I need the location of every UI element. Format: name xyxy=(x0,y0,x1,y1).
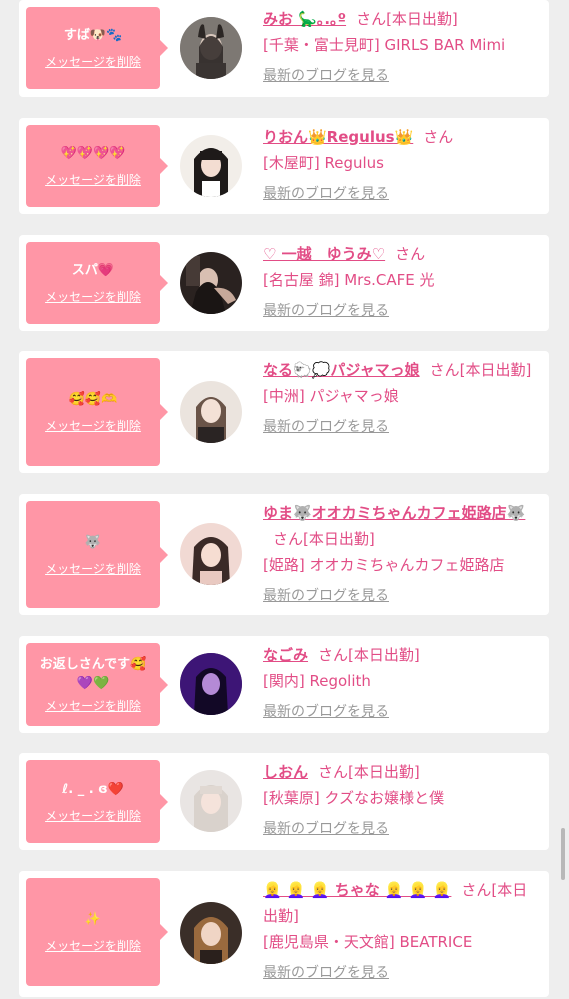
girl-name-link[interactable]: なる🐑💭パジャマっ娘 xyxy=(263,361,420,379)
message-bubble: ✨ メッセージを削除 xyxy=(26,878,168,986)
latest-blog-link[interactable]: 最新のブログを見る xyxy=(263,301,389,321)
honorific-label: さん xyxy=(318,763,349,781)
shop-info: [中洲] パジャマっ娘 xyxy=(263,387,399,405)
honorific-label: さん xyxy=(429,361,460,379)
avatar[interactable] xyxy=(180,135,242,197)
message-text: すば🐶🐾 xyxy=(63,28,123,43)
message-card: 🐺 メッセージを削除 ゆま🐺オオカミちゃんカフェ姫路店🐺 さん[本日出勤] [姫路… xyxy=(19,494,549,615)
shop-info: [関内] Regolith xyxy=(263,672,371,690)
shop-info: [秋葉原] クズなお嬢様と僕 xyxy=(263,789,445,807)
message-card: ℓ. _ . ɞ❤️ メッセージを削除 しおん さん[本日出勤] [秋葉原] クズ… xyxy=(19,753,549,850)
delete-message-link[interactable]: メッセージを削除 xyxy=(45,417,141,434)
avatar[interactable] xyxy=(180,252,242,314)
message-card: すば🐶🐾 メッセージを削除 みお 🦕｡.｡º さん[本日出勤] [千葉・富士見町]… xyxy=(19,0,549,97)
delete-message-link[interactable]: メッセージを削除 xyxy=(45,937,141,954)
latest-blog-link[interactable]: 最新のブログを見る xyxy=(263,66,389,86)
attendance-status: [本日出勤] xyxy=(386,10,458,28)
message-list: すば🐶🐾 メッセージを削除 みお 🦕｡.｡º さん[本日出勤] [千葉・富士見町]… xyxy=(0,0,569,999)
delete-message-link[interactable]: メッセージを削除 xyxy=(45,53,141,70)
avatar[interactable] xyxy=(180,523,242,585)
delete-message-link[interactable]: メッセージを削除 xyxy=(45,807,141,824)
avatar[interactable] xyxy=(180,902,242,964)
avatar[interactable] xyxy=(180,770,242,832)
latest-blog-link[interactable]: 最新のブログを見る xyxy=(263,184,389,204)
delete-message-link[interactable]: メッセージを削除 xyxy=(45,697,141,714)
message-bubble: すば🐶🐾 メッセージを削除 xyxy=(26,7,168,89)
shop-info: [名古屋 錦] Mrs.CAFE 光 xyxy=(263,271,435,289)
shop-info: [木屋町] Regulus xyxy=(263,154,384,172)
honorific-label: さん xyxy=(273,530,304,548)
shop-info: [鹿児島県・天文館] BEATRICE xyxy=(263,933,473,951)
delete-message-link[interactable]: メッセージを削除 xyxy=(45,171,141,188)
girl-name-link[interactable]: しおん xyxy=(263,763,308,781)
attendance-status: [本日出勤] xyxy=(348,763,420,781)
girl-name-link[interactable]: ゆま🐺オオカミちゃんカフェ姫路店🐺 xyxy=(263,504,525,522)
girl-name-link[interactable]: りおん👑Regulus👑 xyxy=(263,128,413,146)
message-card: 💖💖💖💖 メッセージを削除 りおん👑Regulus👑 さん [木屋町] Regul… xyxy=(19,118,549,214)
message-text: 🥰🥰🫶 xyxy=(68,392,118,407)
message-bubble: 🥰🥰🫶 メッセージを削除 xyxy=(26,358,168,466)
message-card: スパ💗 メッセージを削除 ♡ 一越 ゆうみ♡ さん [名古屋 錦] Mrs.CAF… xyxy=(19,235,549,331)
girl-name-link[interactable]: みお 🦕｡.｡º xyxy=(263,10,346,28)
delete-message-link[interactable]: メッセージを削除 xyxy=(45,288,141,305)
latest-blog-link[interactable]: 最新のブログを見る xyxy=(263,417,389,437)
latest-blog-link[interactable]: 最新のブログを見る xyxy=(263,819,389,839)
latest-blog-link[interactable]: 最新のブログを見る xyxy=(263,702,389,722)
shop-info: [姫路] オオカミちゃんカフェ姫路店 xyxy=(263,556,505,574)
message-text: ℓ. _ . ɞ❤️ xyxy=(62,781,124,797)
honorific-label: さん xyxy=(423,128,454,146)
avatar[interactable] xyxy=(180,653,242,715)
shop-info: [千葉・富士見町] GIRLS BAR Mimi xyxy=(263,36,506,54)
honorific-label: さん xyxy=(395,245,426,263)
attendance-status: [本日出勤] xyxy=(459,361,532,379)
message-bubble: ℓ. _ . ɞ❤️ メッセージを削除 xyxy=(26,760,168,843)
message-card: ✨ メッセージを削除 👱‍♀️ 👱‍♀️ 👱‍♀️ ちゃな 👱‍♀️ 👱‍♀️ … xyxy=(19,871,549,997)
honorific-label: さん xyxy=(356,10,387,28)
message-text: スパ💗 xyxy=(71,263,115,278)
attendance-status: [本日出勤] xyxy=(348,646,420,664)
message-text: ✨ xyxy=(84,912,102,927)
message-text: 💖💖💖💖 xyxy=(60,146,126,161)
message-bubble: スパ💗 メッセージを削除 xyxy=(26,242,168,324)
message-card: お返しさんです🥰💜💚 メッセージを削除 なごみ さん[本日出勤] [関内] Reg… xyxy=(19,636,549,733)
message-bubble: 🐺 メッセージを削除 xyxy=(26,501,168,608)
message-text: 🐺 xyxy=(84,534,102,550)
scrollbar[interactable] xyxy=(561,828,565,880)
honorific-label: さん xyxy=(318,646,349,664)
avatar[interactable] xyxy=(180,381,242,443)
avatar[interactable] xyxy=(180,17,242,79)
honorific-label: さん xyxy=(461,881,492,899)
girl-name-link[interactable]: なごみ xyxy=(263,646,308,664)
latest-blog-link[interactable]: 最新のブログを見る xyxy=(263,586,389,606)
message-card: 🥰🥰🫶 メッセージを削除 なる🐑💭パジャマっ娘 さん[本日出勤] [中洲] パジャ… xyxy=(19,351,549,473)
girl-name-link[interactable]: 👱‍♀️ 👱‍♀️ 👱‍♀️ ちゃな 👱‍♀️ 👱‍♀️ 👱‍♀️ xyxy=(263,881,451,899)
message-text: お返しさんです🥰💜💚 xyxy=(39,657,147,691)
message-bubble: 💖💖💖💖 メッセージを削除 xyxy=(26,125,168,207)
attendance-status: [本日出勤] xyxy=(303,530,375,548)
message-bubble: お返しさんです🥰💜💚 メッセージを削除 xyxy=(26,643,168,726)
latest-blog-link[interactable]: 最新のブログを見る xyxy=(263,963,389,983)
delete-message-link[interactable]: メッセージを削除 xyxy=(45,560,141,577)
girl-name-link[interactable]: ♡ 一越 ゆうみ♡ xyxy=(263,245,385,263)
